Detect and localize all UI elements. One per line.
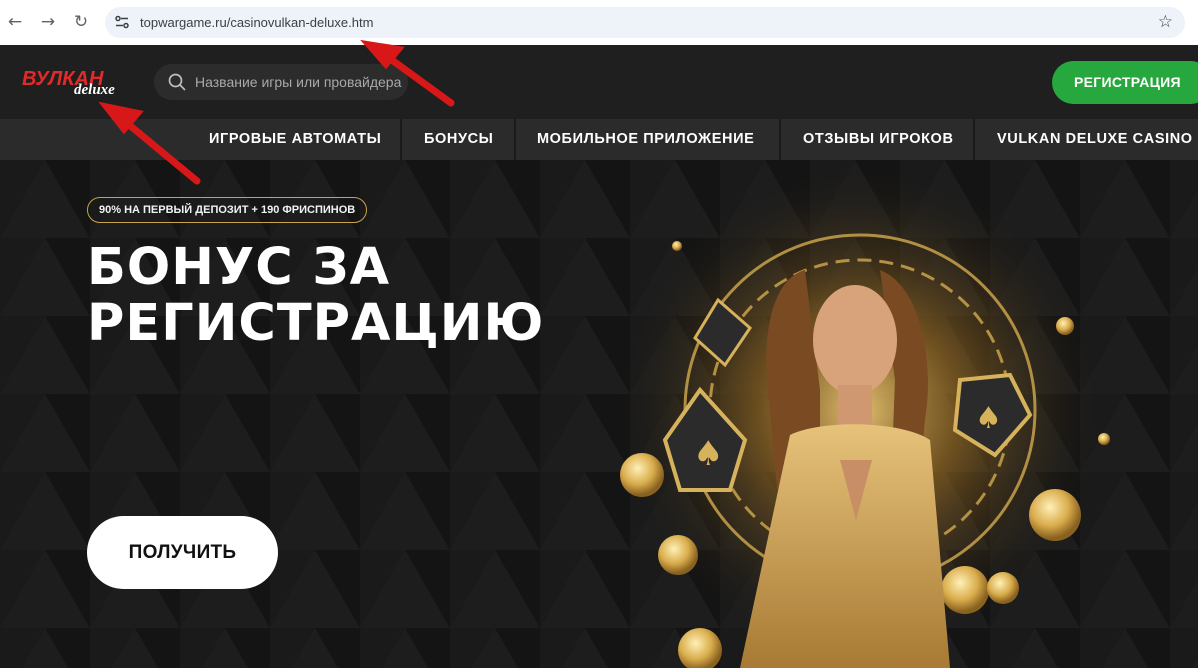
search-input[interactable]: Название игры или провайдера xyxy=(154,64,408,100)
menu-item-bonuses[interactable]: БОНУСЫ xyxy=(424,119,493,160)
search-icon xyxy=(168,73,186,91)
svg-text:♠: ♠ xyxy=(975,401,1002,436)
hero-title: БОНУС ЗА РЕГИСТРАЦИЮ xyxy=(87,240,544,352)
logo-sub-text: deluxe xyxy=(74,82,115,98)
hero-banner: ♠ ♠ 90% НА ПЕРВЫЙ ДЕПОЗИТ + 190 ФРИСПИНО… xyxy=(0,160,1198,668)
address-bar[interactable]: topwargame.ru/casinovulkan-deluxe.htm ☆ xyxy=(105,7,1185,38)
menu-divider xyxy=(400,119,402,160)
browser-toolbar: ← → ↻ topwargame.ru/casinovulkan-deluxe.… xyxy=(0,0,1198,46)
register-button[interactable]: РЕГИСТРАЦИЯ xyxy=(1052,61,1198,104)
menu-item-mobile-app[interactable]: МОБИЛЬНОЕ ПРИЛОЖЕНИЕ xyxy=(537,119,754,160)
back-icon[interactable]: ← xyxy=(4,11,26,33)
hero-title-line2: РЕГИСТРАЦИЮ xyxy=(87,294,545,353)
hero-title-line1: БОНУС ЗА xyxy=(87,238,391,297)
main-menu: ИГРОВЫЕ АВТОМАТЫ БОНУСЫ МОБИЛЬНОЕ ПРИЛОЖ… xyxy=(0,119,1198,160)
search-placeholder: Название игры или провайдера xyxy=(195,74,402,90)
url-text[interactable]: topwargame.ru/casinovulkan-deluxe.htm xyxy=(140,15,373,30)
promo-badge: 90% НА ПЕРВЫЙ ДЕПОЗИТ + 190 ФРИСПИНОВ xyxy=(87,197,368,223)
menu-divider xyxy=(779,119,781,160)
site-info-icon[interactable] xyxy=(114,14,130,30)
hero-background-pattern: ♠ ♠ xyxy=(0,160,1198,668)
forward-icon[interactable]: → xyxy=(37,11,59,33)
site-logo[interactable]: ВУЛКАН deluxe xyxy=(22,68,132,104)
menu-divider xyxy=(973,119,975,160)
get-bonus-button[interactable]: ПОЛУЧИТЬ xyxy=(87,516,278,589)
svg-text:♠: ♠ xyxy=(693,434,723,474)
menu-item-vulkan-deluxe-casino[interactable]: VULKAN DELUXE CASINO xyxy=(997,119,1193,160)
bookmark-star-icon[interactable]: ☆ xyxy=(1158,12,1173,32)
menu-divider xyxy=(514,119,516,160)
reload-icon[interactable]: ↻ xyxy=(70,11,92,33)
menu-item-slots[interactable]: ИГРОВЫЕ АВТОМАТЫ xyxy=(209,119,381,160)
menu-item-reviews[interactable]: ОТЗЫВЫ ИГРОКОВ xyxy=(803,119,954,160)
